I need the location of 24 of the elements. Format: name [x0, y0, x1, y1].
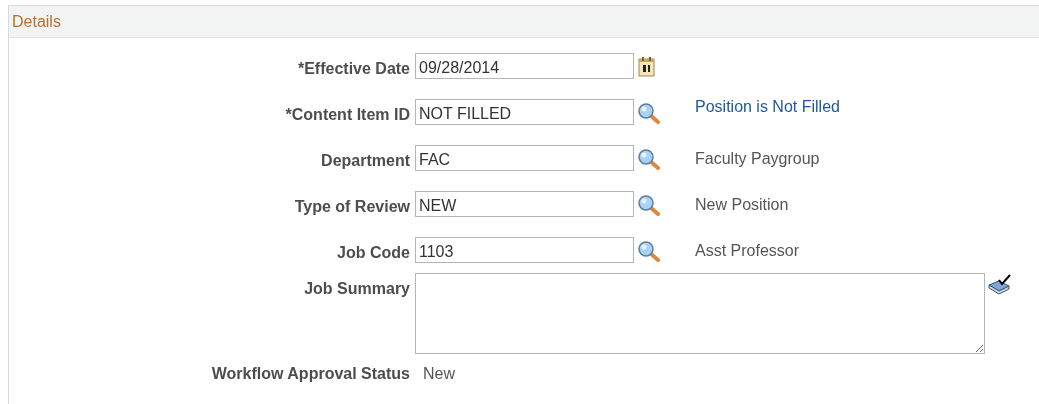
field-label: Department	[320, 151, 411, 171]
description-text: Faculty Paygroup	[695, 149, 820, 169]
search-icon[interactable]	[637, 148, 661, 170]
description-text: New Position	[695, 195, 789, 215]
field-label: Type of Review	[293, 197, 411, 217]
input-field[interactable]: NOT FILLED	[415, 99, 634, 125]
input-field[interactable]: 1103	[415, 237, 634, 263]
status-value: New	[423, 364, 455, 384]
input-field[interactable]: 09/28/2014	[415, 53, 634, 79]
search-icon[interactable]	[637, 102, 661, 124]
field-label: Workflow Approval Status	[210, 364, 411, 384]
search-icon[interactable]	[637, 240, 661, 262]
field-label: Job Code	[336, 243, 411, 263]
search-icon[interactable]	[637, 194, 661, 216]
description-text: Asst Professor	[695, 241, 800, 261]
field-label: *Effective Date	[296, 59, 411, 79]
calendar-icon[interactable]	[637, 56, 657, 78]
spell-check-icon[interactable]	[987, 273, 1013, 295]
section-title: Details	[12, 11, 61, 32]
input-field[interactable]: FAC	[415, 145, 634, 171]
input-field[interactable]: NEW	[415, 191, 634, 217]
description-link[interactable]: Position is Not Filled	[695, 93, 840, 119]
field-label: Job Summary	[303, 279, 411, 299]
field-label: *Content Item ID	[284, 105, 411, 125]
